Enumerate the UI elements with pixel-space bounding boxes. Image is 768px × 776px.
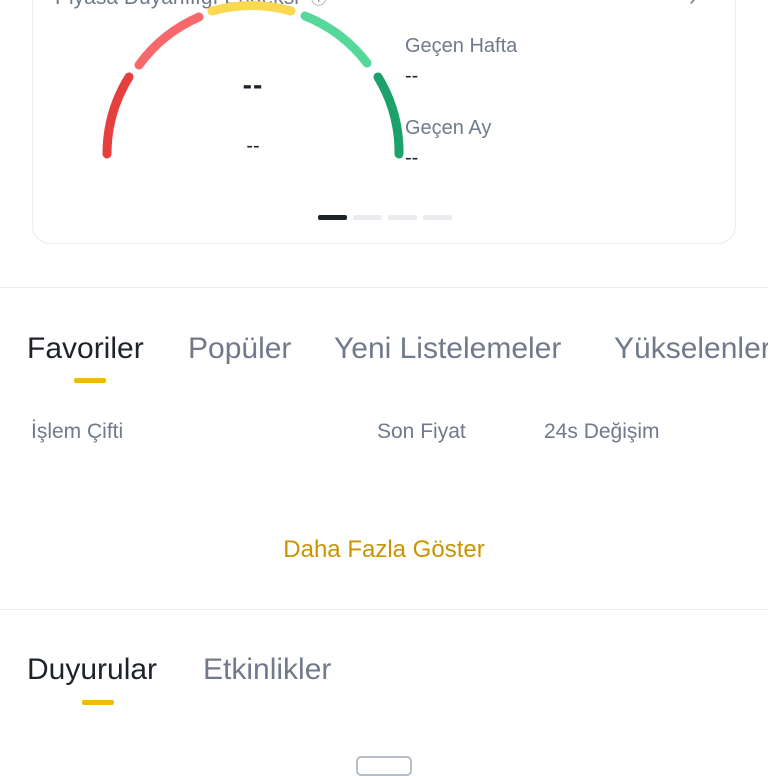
section-divider (0, 287, 768, 288)
column-header-last-price[interactable]: Son Fiyat (377, 420, 466, 444)
sentiment-label: -- (246, 135, 260, 157)
column-header-24h-change[interactable]: 24s Değişim (544, 420, 660, 444)
last-week-value: -- (405, 65, 419, 87)
active-tab-indicator (74, 378, 106, 383)
card-pagination (318, 215, 452, 220)
tab-events[interactable]: Etkinlikler (203, 653, 331, 687)
market-sentiment-card[interactable]: Piyasa Duyarlılığı Endeksi ⓘ › -- -- Geç… (32, 0, 736, 244)
empty-state-icon (356, 756, 412, 776)
pagination-dot[interactable] (353, 215, 382, 220)
tab-new-listings[interactable]: Yeni Listelemeler (334, 332, 561, 366)
chevron-right-icon[interactable]: › (689, 0, 696, 11)
gauge-segment-fear (134, 12, 204, 70)
tab-announcements[interactable]: Duyurular (27, 653, 157, 687)
gauge-segment-greed (300, 11, 372, 68)
pagination-dot[interactable] (318, 215, 347, 220)
last-month-label: Geçen Ay (405, 117, 492, 139)
last-month-value: -- (405, 147, 419, 169)
section-divider (0, 609, 768, 610)
last-week-label: Geçen Hafta (405, 35, 518, 57)
show-more-link[interactable]: Daha Fazla Göster (0, 536, 768, 564)
sentiment-value: -- (242, 69, 264, 100)
active-tab-indicator (82, 700, 114, 705)
gauge-segment-extreme-greed (373, 72, 404, 159)
gauge-segment-extreme-fear (102, 72, 134, 159)
tab-favorites[interactable]: Favoriler (27, 332, 144, 366)
pagination-dot[interactable] (388, 215, 417, 220)
pagination-dot[interactable] (423, 215, 452, 220)
tab-gainers[interactable]: Yükselenler (614, 332, 768, 366)
tab-popular[interactable]: Popüler (188, 332, 291, 366)
column-header-pair[interactable]: İşlem Çifti (31, 420, 123, 444)
gauge-segment-neutral (207, 1, 296, 16)
